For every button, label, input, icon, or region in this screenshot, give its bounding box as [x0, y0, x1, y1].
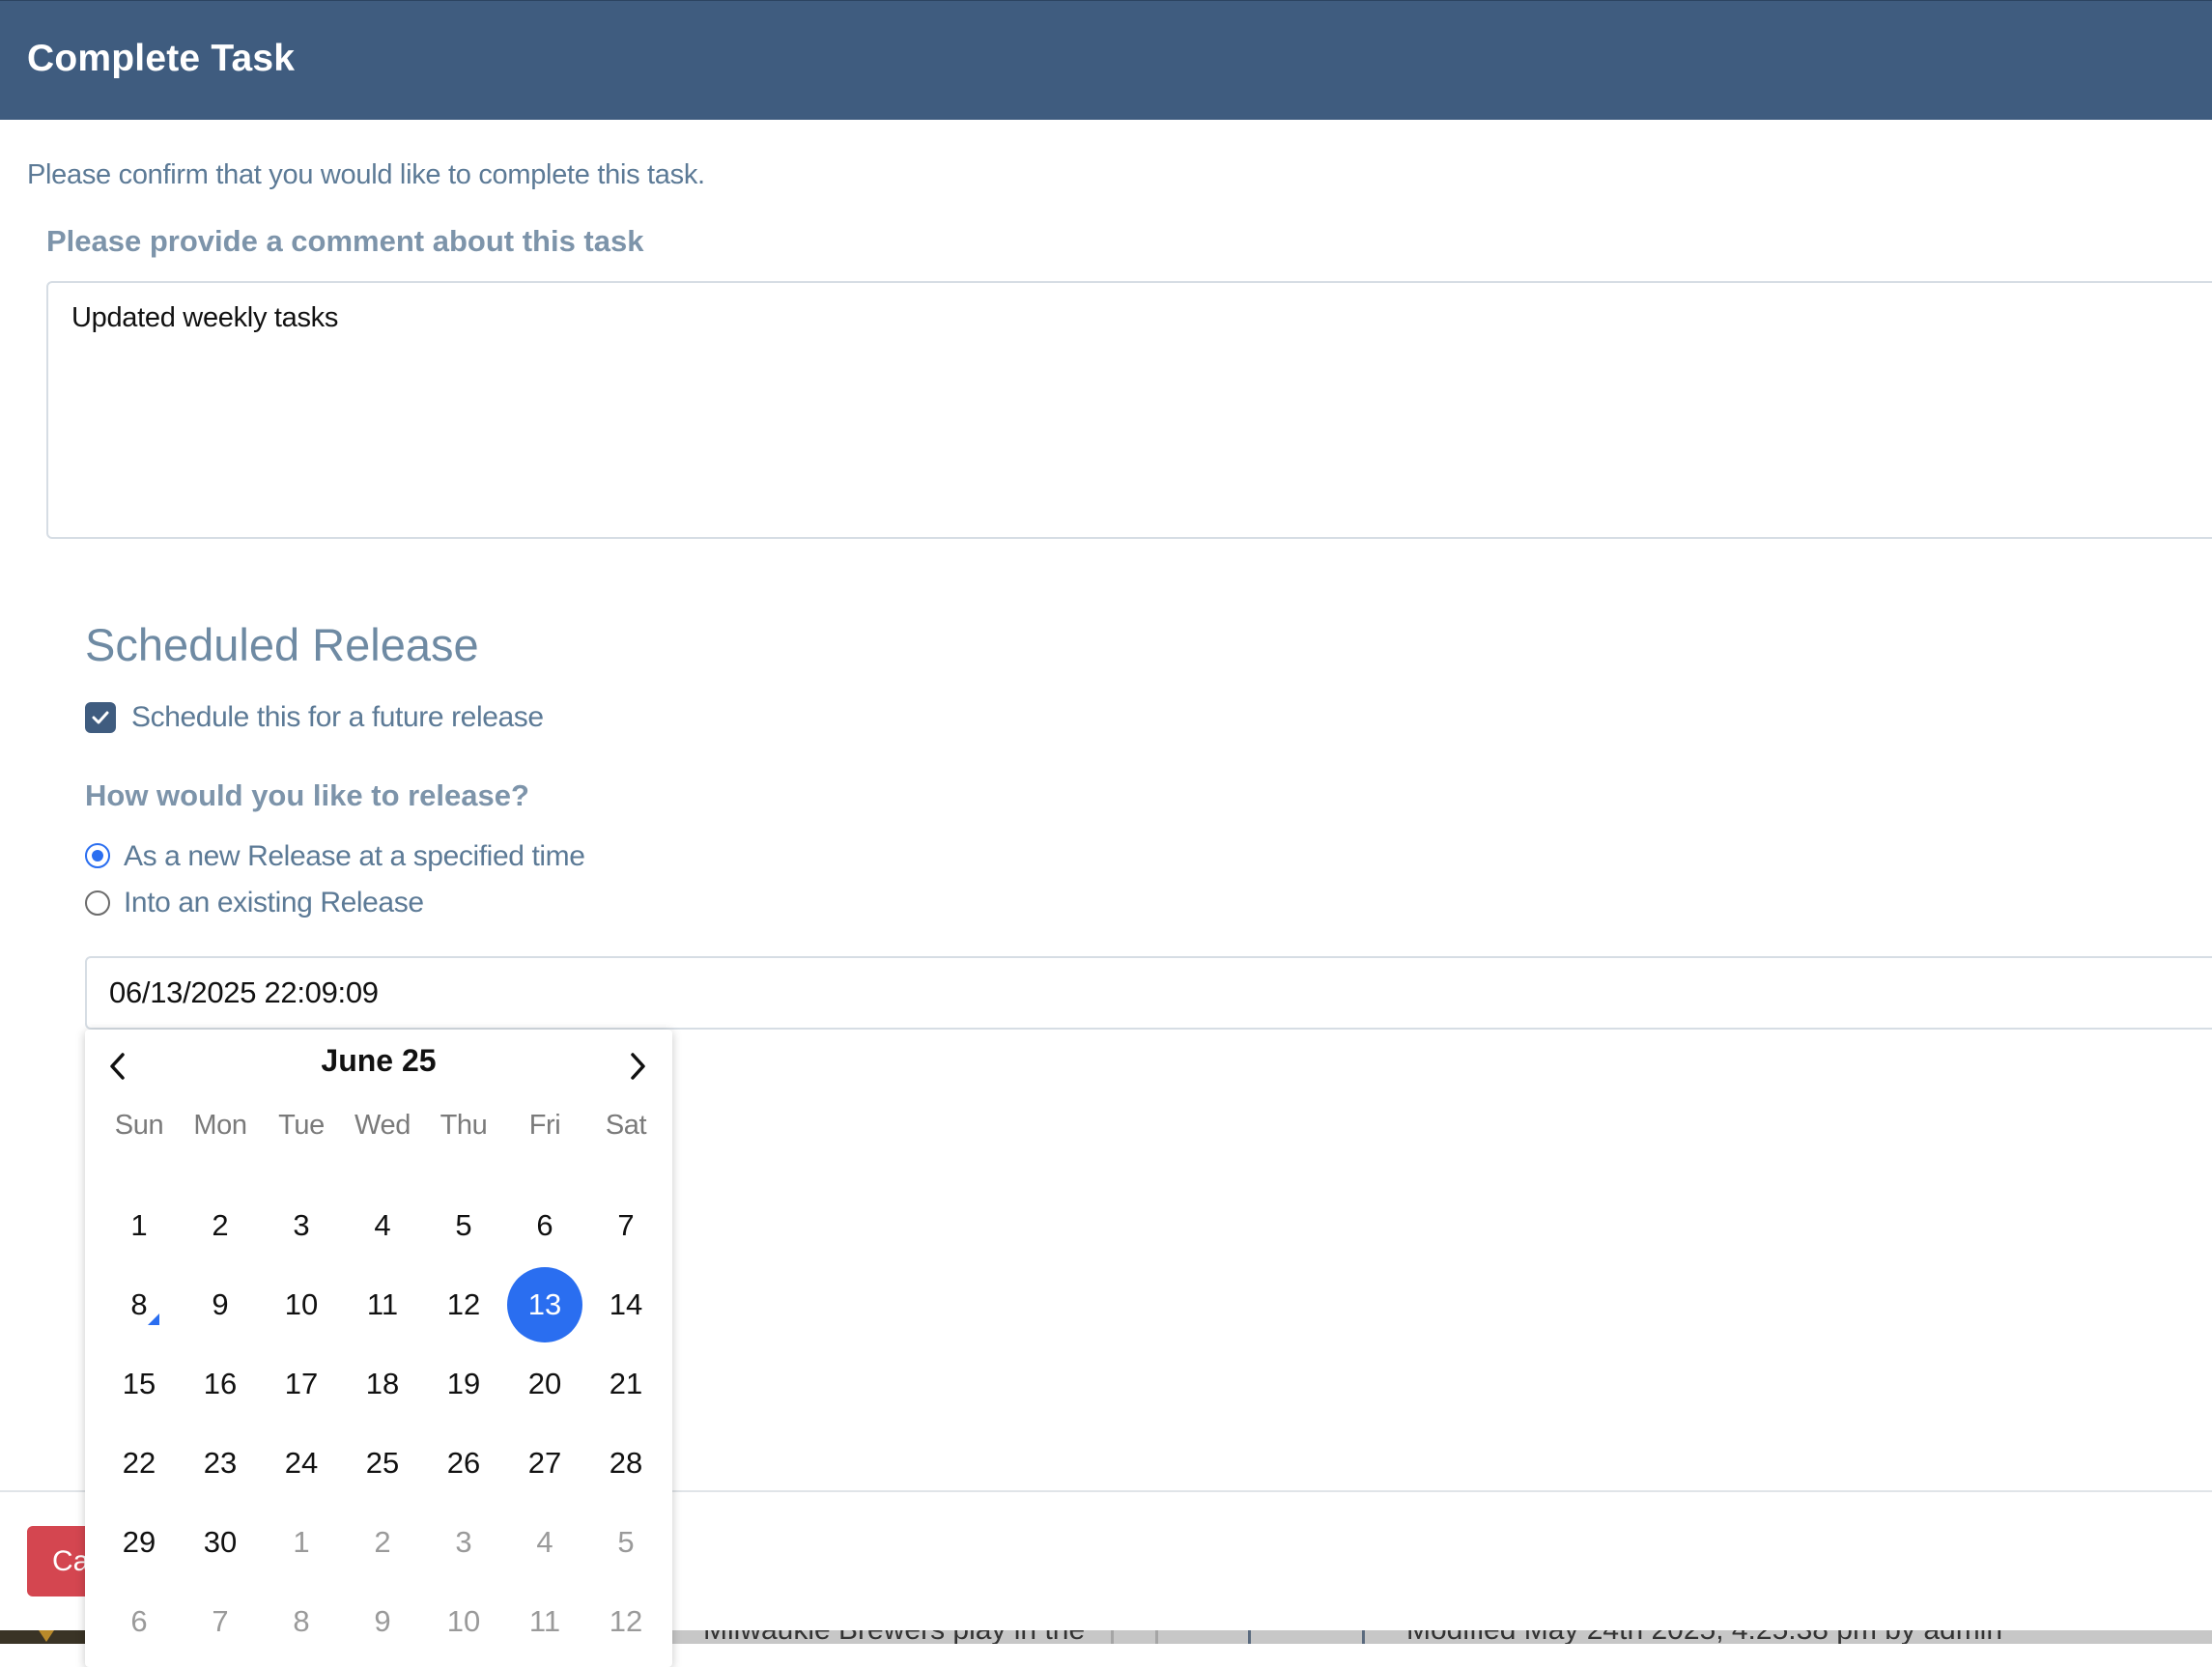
calendar-day[interactable]: 19: [426, 1346, 501, 1422]
calendar-day[interactable]: 7: [183, 1584, 258, 1659]
release-datetime-input[interactable]: [85, 956, 2212, 1030]
calendar-day[interactable]: 5: [426, 1188, 501, 1263]
calendar-day[interactable]: 12: [426, 1267, 501, 1342]
calendar-day[interactable]: 21: [588, 1346, 664, 1422]
calendar-day[interactable]: 11: [345, 1267, 420, 1342]
confirm-message: Please confirm that you would like to co…: [27, 159, 705, 190]
calendar-day-selected[interactable]: 13: [507, 1267, 582, 1342]
weekday-label: Fri: [528, 1110, 561, 1141]
background-snippet-modified: Modified May 24th 2025, 4:25:38 pm by ad…: [1406, 1630, 2002, 1644]
background-logo: [0, 1630, 85, 1644]
next-month-button[interactable]: [620, 1047, 653, 1086]
calendar-day[interactable]: 2: [183, 1188, 258, 1263]
calendar-day[interactable]: 22: [101, 1426, 177, 1501]
calendar-day[interactable]: 17: [264, 1346, 339, 1422]
calendar-day[interactable]: 7: [588, 1188, 664, 1263]
calendar-day[interactable]: 6: [507, 1188, 582, 1263]
modal-title: Complete Task: [27, 38, 296, 79]
checkmark-icon: [92, 711, 109, 724]
calendar-day[interactable]: 8: [101, 1267, 177, 1342]
calendar-day[interactable]: 10: [426, 1584, 501, 1659]
calendar-day[interactable]: 3: [264, 1188, 339, 1263]
weekday-label: Wed: [354, 1110, 411, 1141]
comment-textarea-value: Updated weekly tasks: [71, 302, 339, 333]
calendar-day[interactable]: 9: [183, 1267, 258, 1342]
calendar-day[interactable]: 8: [264, 1584, 339, 1659]
weekday-label: Thu: [440, 1110, 488, 1141]
scheduled-release-heading: Scheduled Release: [85, 619, 479, 670]
calendar-day[interactable]: 26: [426, 1426, 501, 1501]
radio-new-release-label[interactable]: As a new Release at a specified time: [124, 840, 585, 873]
background-divider: [1155, 1630, 1158, 1644]
calendar-day[interactable]: 2: [345, 1505, 420, 1580]
weekday-label: Sun: [114, 1110, 164, 1141]
calendar-day[interactable]: 14: [588, 1267, 664, 1342]
calendar-day[interactable]: 24: [264, 1426, 339, 1501]
radio-existing-release[interactable]: [85, 890, 110, 916]
schedule-future-checkbox-label[interactable]: Schedule this for a future release: [131, 701, 544, 734]
calendar-day[interactable]: 4: [507, 1505, 582, 1580]
calendar-day[interactable]: 12: [588, 1584, 664, 1659]
calendar-day[interactable]: 11: [507, 1584, 582, 1659]
weekday-label: Mon: [193, 1110, 247, 1141]
background-divider: [1362, 1630, 1365, 1644]
calendar-day[interactable]: 25: [345, 1426, 420, 1501]
chevron-left-icon: [110, 1053, 125, 1080]
calendar-day[interactable]: 4: [345, 1188, 420, 1263]
release-datetime-value: 06/13/2025 22:09:09: [109, 975, 379, 1009]
calendar-day[interactable]: 3: [426, 1505, 501, 1580]
calendar-day[interactable]: 15: [101, 1346, 177, 1422]
calendar-day[interactable]: 28: [588, 1426, 664, 1501]
calendar-day[interactable]: 20: [507, 1346, 582, 1422]
calendar-day[interactable]: 27: [507, 1426, 582, 1501]
calendar-day[interactable]: 23: [183, 1426, 258, 1501]
calendar-day[interactable]: 1: [101, 1188, 177, 1263]
calendar-day[interactable]: 18: [345, 1346, 420, 1422]
calendar-day[interactable]: 30: [183, 1505, 258, 1580]
calendar-day[interactable]: 1: [264, 1505, 339, 1580]
background-divider: [1248, 1630, 1251, 1644]
weekday-label: Tue: [278, 1110, 325, 1141]
schedule-future-checkbox[interactable]: [85, 702, 116, 733]
radio-new-release[interactable]: [85, 843, 110, 868]
calendar-day[interactable]: 9: [345, 1584, 420, 1659]
previous-month-button[interactable]: [102, 1047, 135, 1086]
release-method-label: How would you like to release?: [85, 778, 529, 812]
weekday-label: Sat: [605, 1110, 647, 1141]
calendar-day[interactable]: 6: [101, 1584, 177, 1659]
calendar-day[interactable]: 5: [588, 1505, 664, 1580]
weekday-header-row: Sun Mon Tue Wed Thu Fri Sat: [99, 1110, 666, 1142]
background-divider: [1111, 1630, 1114, 1644]
calendar-day[interactable]: 29: [101, 1505, 177, 1580]
calendar-day[interactable]: 16: [183, 1346, 258, 1422]
date-picker: June 25 Sun Mon Tue Wed Thu Fri Sat 1234567891…: [85, 1030, 672, 1667]
calendar-day[interactable]: 10: [264, 1267, 339, 1342]
calendar-month-label: June 25: [321, 1043, 437, 1078]
modal-header: Complete Task: [0, 0, 2212, 120]
comment-textarea[interactable]: [46, 281, 2212, 539]
comment-label: Please provide a comment about this task: [46, 224, 644, 258]
chevron-right-icon: [631, 1053, 645, 1080]
background-snippet: Milwaukie Brewers play in the: [703, 1630, 1085, 1644]
radio-existing-release-label[interactable]: Into an existing Release: [124, 887, 424, 919]
